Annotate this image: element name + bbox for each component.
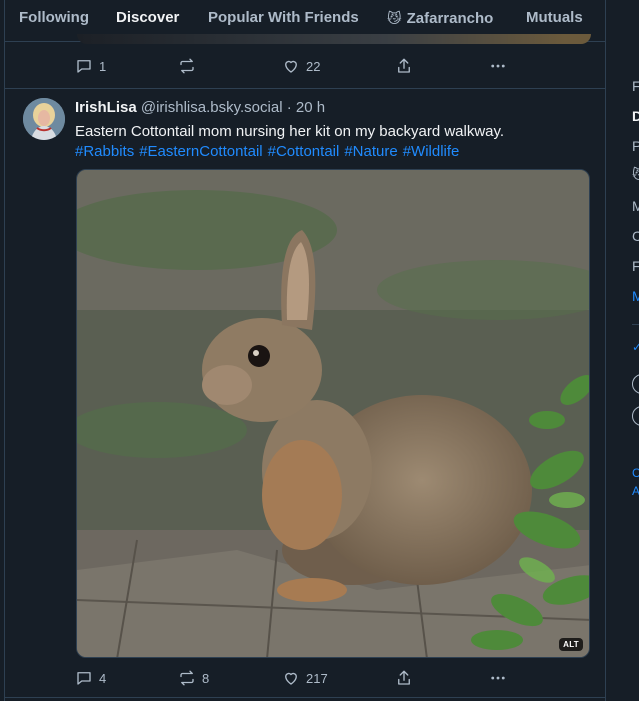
cat-emoji-icon: 😼: [387, 10, 402, 26]
sidebar-feed-link[interactable]: P: [632, 138, 639, 154]
separator-dot: ·: [286, 99, 292, 116]
hashtag-link[interactable]: #Wildlife: [403, 143, 460, 160]
repost-icon: [180, 58, 194, 74]
ellipsis-icon: [491, 676, 505, 680]
post-divider: [5, 697, 605, 698]
more-options-button[interactable]: [489, 666, 507, 690]
hashtag-link[interactable]: #Cottontail: [268, 143, 340, 160]
avatar-image: [23, 98, 65, 140]
post-divider: [5, 88, 605, 89]
repost-button[interactable]: [178, 54, 196, 78]
sidebar-feed-link[interactable]: F: [632, 258, 639, 274]
reply-button[interactable]: 1: [75, 54, 106, 78]
post-timestamp[interactable]: 20 h: [296, 99, 325, 116]
more-options-button[interactable]: [489, 54, 507, 78]
hashtag-link[interactable]: #Nature: [344, 143, 397, 160]
reply-button[interactable]: 4: [75, 666, 106, 690]
sidebar-toggle-circle[interactable]: [632, 374, 639, 394]
sidebar-footer-link[interactable]: C: [632, 466, 639, 480]
post-text: Eastern Cottontail mom nursing her kit o…: [75, 123, 505, 140]
sidebar-divider: [632, 324, 639, 325]
sidebar-feed-link[interactable]: C: [632, 228, 639, 244]
share-icon: [398, 58, 410, 73]
share-button[interactable]: [395, 666, 413, 690]
post-actions: 4 8 217: [75, 666, 535, 690]
sidebar-more-link[interactable]: M: [632, 288, 639, 304]
reply-icon: [77, 672, 91, 685]
avatar[interactable]: [23, 98, 65, 140]
heart-icon: [285, 672, 297, 685]
hashtag-link[interactable]: #Rabbits: [75, 143, 134, 160]
author-name[interactable]: IrishLisa: [75, 99, 137, 116]
reply-icon: [77, 60, 91, 73]
share-icon: [398, 670, 410, 685]
like-button[interactable]: 217: [282, 666, 328, 690]
alt-text-badge[interactable]: ALT: [559, 638, 583, 651]
sidebar-toggle-circle[interactable]: [632, 406, 639, 426]
feed-column: Following Discover Popular With Friends …: [4, 0, 606, 701]
sidebar-feed-link[interactable]: F: [632, 78, 639, 94]
repost-icon: [180, 670, 194, 686]
post-image[interactable]: ALT: [76, 169, 590, 658]
share-button[interactable]: [395, 54, 413, 78]
author-handle[interactable]: @irishlisa.bsky.social: [141, 99, 283, 116]
previous-post-actions: 1 22: [75, 54, 535, 78]
sidebar-footer-link[interactable]: A: [632, 484, 639, 498]
sidebar-feed-link[interactable]: D: [632, 108, 639, 124]
right-sidebar: F D P 😼 M C F M ✓ C A: [628, 0, 639, 701]
previous-post-media[interactable]: [77, 34, 591, 44]
sidebar-feed-link[interactable]: M: [632, 198, 639, 214]
like-button[interactable]: 22: [282, 54, 320, 78]
check-icon: ✓: [632, 340, 639, 354]
repost-button[interactable]: 8: [178, 666, 209, 690]
sidebar-feed-link[interactable]: 😼: [632, 166, 639, 183]
hashtag-link[interactable]: #EasternCottontail: [139, 143, 262, 160]
post-hashtags: #Rabbits #EasternCottontail #Cottontail #Na…: [75, 142, 464, 162]
rabbit-photo: [77, 170, 589, 657]
ellipsis-icon: [491, 64, 505, 68]
post-header: IrishLisa @irishlisa.bsky.social · 20 h: [75, 99, 325, 116]
heart-icon: [285, 60, 297, 73]
